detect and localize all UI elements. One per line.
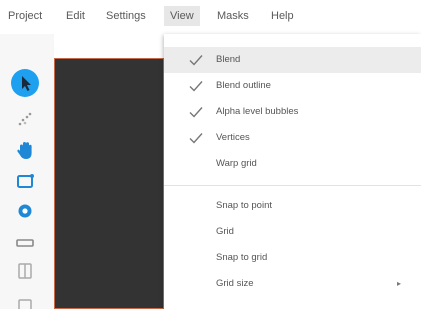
circle-target-icon [18,204,32,218]
canvas-viewport[interactable] [54,58,164,309]
check-icon [189,107,203,118]
menu-bar: Project Edit Settings View Masks Help [0,0,421,34]
scatter-points-icon [18,112,32,126]
menu-item-label: Snap to point [216,200,272,211]
horizontal-bar-icon [16,239,34,247]
crop-frame-icon [17,174,34,188]
menu-item-label: Warp grid [216,158,257,169]
frame-tool-button[interactable] [10,168,40,194]
menu-item-label: Blend [216,54,241,65]
menu-item-label: Alpha level bubbles [216,106,299,117]
menu-item-warp-grid[interactable]: Warp grid [164,151,421,177]
tool-panel [0,34,54,309]
hand-tool-button[interactable] [10,138,40,164]
pointer-tool-button[interactable] [10,68,40,98]
menu-item-grid[interactable]: Grid [164,219,421,245]
split-tool-button[interactable] [10,258,40,284]
menu-item-alpha-level-bubbles[interactable]: Alpha level bubbles [164,99,421,125]
menu-edit[interactable]: Edit [66,8,85,24]
menu-masks[interactable]: Masks [217,8,249,24]
pointer-icon [11,69,39,97]
menu-item-blend[interactable]: Blend [164,47,421,73]
menu-item-blend-outline[interactable]: Blend outline [164,73,421,99]
menu-item-label: Blend outline [216,80,271,91]
mask-tool-button[interactable] [10,198,40,224]
submenu-arrow-icon: ▸ [396,279,401,288]
menu-item-grid-size[interactable]: Grid size ▸ [164,271,421,297]
view-menu-dropdown: Blend Blend outline Alpha level bubbles … [164,34,421,309]
menu-item-label: Snap to grid [216,252,268,263]
menu-item-label: Grid [216,226,234,237]
check-icon [189,55,203,66]
menu-item-vertices[interactable]: Vertices [164,125,421,151]
menu-view[interactable]: View [164,6,200,26]
menu-help[interactable]: Help [271,8,294,24]
panel-icon [18,299,32,309]
hand-icon [17,142,32,159]
point-tool-button[interactable] [10,106,40,132]
menu-divider [164,185,421,186]
menu-settings[interactable]: Settings [106,8,146,24]
menu-item-label: Grid size [216,278,254,289]
menu-item-snap-to-point[interactable]: Snap to point [164,193,421,219]
partial-tool-button[interactable] [10,292,40,309]
split-panel-icon [18,263,32,279]
menu-item-snap-to-grid[interactable]: Snap to grid [164,245,421,271]
menu-project[interactable]: Project [8,8,42,24]
check-icon [189,133,203,144]
check-icon [189,81,203,92]
menu-item-label: Vertices [216,132,250,143]
bar-tool-button[interactable] [10,230,40,256]
